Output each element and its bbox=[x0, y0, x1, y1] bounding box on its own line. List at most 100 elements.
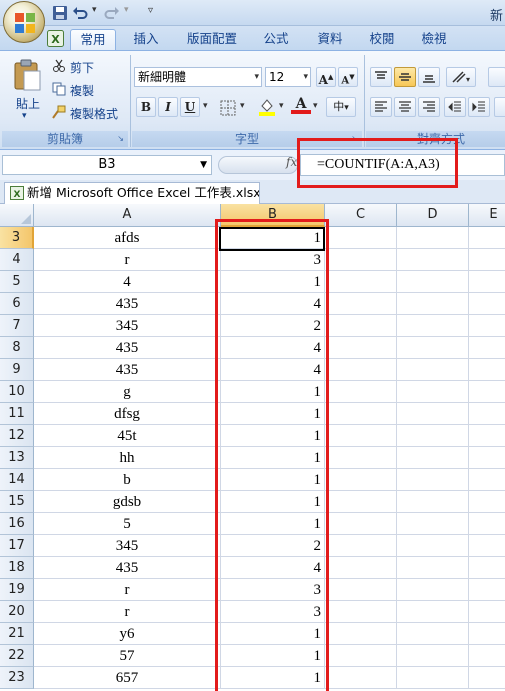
fill-color-dropdown-icon[interactable]: ▾ bbox=[279, 101, 284, 111]
bold-button[interactable]: B bbox=[136, 97, 156, 117]
row-header[interactable]: 13 bbox=[0, 447, 34, 469]
cell-c[interactable] bbox=[325, 359, 397, 381]
cell-b[interactable]: 1 bbox=[221, 271, 325, 293]
row-header[interactable]: 21 bbox=[0, 623, 34, 645]
cell-e[interactable] bbox=[469, 579, 505, 601]
cell-e[interactable] bbox=[469, 315, 505, 337]
cell-e[interactable] bbox=[469, 271, 505, 293]
cell-a[interactable]: 345 bbox=[34, 535, 221, 557]
format-painter-button[interactable]: 複製格式 bbox=[70, 105, 118, 122]
cell-d[interactable] bbox=[397, 491, 469, 513]
borders-icon[interactable] bbox=[219, 99, 237, 117]
cell-c[interactable] bbox=[325, 601, 397, 623]
cell-d[interactable] bbox=[397, 667, 469, 689]
cell-d[interactable] bbox=[397, 337, 469, 359]
cell-a[interactable]: dfsg bbox=[34, 403, 221, 425]
redo-dropdown-icon[interactable]: ▾ bbox=[124, 5, 140, 21]
copy-icon[interactable] bbox=[52, 82, 66, 96]
column-header-b[interactable]: B bbox=[221, 204, 325, 227]
cell-a[interactable]: r bbox=[34, 601, 221, 623]
cell-c[interactable] bbox=[325, 513, 397, 535]
cell-a[interactable]: 57 bbox=[34, 645, 221, 667]
row-header[interactable]: 6 bbox=[0, 293, 34, 315]
cell-d[interactable] bbox=[397, 315, 469, 337]
cell-c[interactable] bbox=[325, 315, 397, 337]
align-top-icon[interactable] bbox=[370, 67, 392, 87]
office-button[interactable] bbox=[3, 1, 45, 43]
cell-e[interactable] bbox=[469, 513, 505, 535]
row-header[interactable]: 3 bbox=[0, 227, 34, 249]
cell-d[interactable] bbox=[397, 579, 469, 601]
column-header-d[interactable]: D bbox=[397, 204, 469, 227]
tab-insert[interactable]: 插入 bbox=[124, 29, 168, 50]
row-header[interactable]: 11 bbox=[0, 403, 34, 425]
phonetic-icon[interactable]: 中▾ bbox=[326, 97, 356, 117]
tab-view[interactable]: 檢視 bbox=[412, 29, 456, 50]
cell-e[interactable] bbox=[469, 557, 505, 579]
row-header[interactable]: 15 bbox=[0, 491, 34, 513]
row-header[interactable]: 20 bbox=[0, 601, 34, 623]
cell-d[interactable] bbox=[397, 469, 469, 491]
align-bottom-icon[interactable] bbox=[418, 67, 440, 87]
cell-b[interactable]: 1 bbox=[221, 623, 325, 645]
font-name-select[interactable]: 新細明體 ▾ bbox=[134, 67, 262, 87]
column-header-a[interactable]: A bbox=[34, 204, 221, 227]
copy-button[interactable]: 複製 bbox=[70, 82, 94, 99]
cell-a[interactable]: 435 bbox=[34, 293, 221, 315]
cell-b[interactable]: 1 bbox=[221, 227, 325, 249]
cell-b[interactable]: 1 bbox=[221, 403, 325, 425]
spreadsheet-grid[interactable]: A B C D E 3 afds 1 4 r 3 5 4 1 6 435 4 7 345 2 8 435 4 9 43… bbox=[0, 204, 505, 691]
cell-a[interactable]: y6 bbox=[34, 623, 221, 645]
paste-icon[interactable] bbox=[12, 59, 42, 91]
italic-button[interactable]: I bbox=[158, 97, 178, 117]
cell-b[interactable]: 2 bbox=[221, 315, 325, 337]
cell-e[interactable] bbox=[469, 359, 505, 381]
cell-a[interactable]: hh bbox=[34, 447, 221, 469]
cell-a[interactable]: r bbox=[34, 249, 221, 271]
name-box[interactable]: B3 ▼ bbox=[2, 155, 212, 175]
cell-d[interactable] bbox=[397, 623, 469, 645]
cell-c[interactable] bbox=[325, 667, 397, 689]
cell-a[interactable]: 657 bbox=[34, 667, 221, 689]
cell-d[interactable] bbox=[397, 227, 469, 249]
cell-c[interactable] bbox=[325, 469, 397, 491]
row-header[interactable]: 14 bbox=[0, 469, 34, 491]
cell-c[interactable] bbox=[325, 425, 397, 447]
cell-a[interactable]: r bbox=[34, 579, 221, 601]
cell-b[interactable]: 1 bbox=[221, 491, 325, 513]
cell-a[interactable]: g bbox=[34, 381, 221, 403]
cell-b[interactable]: 1 bbox=[221, 667, 325, 689]
cell-b[interactable]: 1 bbox=[221, 469, 325, 491]
cell-c[interactable] bbox=[325, 447, 397, 469]
cell-d[interactable] bbox=[397, 447, 469, 469]
cell-a[interactable]: 345 bbox=[34, 315, 221, 337]
paste-button[interactable]: 貼上 bbox=[16, 95, 40, 112]
redo-icon[interactable] bbox=[104, 5, 120, 21]
cell-e[interactable] bbox=[469, 447, 505, 469]
cell-b[interactable]: 1 bbox=[221, 447, 325, 469]
document-tab[interactable]: X 新增 Microsoft Office Excel 工作表.xlsx * bbox=[4, 182, 260, 204]
cell-e[interactable] bbox=[469, 645, 505, 667]
cell-d[interactable] bbox=[397, 557, 469, 579]
row-header[interactable]: 8 bbox=[0, 337, 34, 359]
cell-d[interactable] bbox=[397, 425, 469, 447]
row-header[interactable]: 9 bbox=[0, 359, 34, 381]
cell-e[interactable] bbox=[469, 623, 505, 645]
cell-a[interactable]: 435 bbox=[34, 337, 221, 359]
cell-a[interactable]: 435 bbox=[34, 359, 221, 381]
borders-dropdown-icon[interactable]: ▾ bbox=[240, 101, 245, 111]
cell-d[interactable] bbox=[397, 249, 469, 271]
cell-d[interactable] bbox=[397, 271, 469, 293]
shrink-font-icon[interactable]: A▼ bbox=[338, 67, 358, 87]
save-icon[interactable] bbox=[52, 5, 68, 21]
orientation-icon[interactable]: ▾ bbox=[446, 67, 476, 87]
cell-b[interactable]: 2 bbox=[221, 535, 325, 557]
row-header[interactable]: 17 bbox=[0, 535, 34, 557]
decrease-indent-icon[interactable] bbox=[444, 97, 466, 117]
wrap-text-icon[interactable] bbox=[488, 67, 505, 87]
cell-b[interactable]: 1 bbox=[221, 381, 325, 403]
cell-e[interactable] bbox=[469, 381, 505, 403]
cell-e[interactable] bbox=[469, 249, 505, 271]
cell-e[interactable] bbox=[469, 227, 505, 249]
cell-e[interactable] bbox=[469, 403, 505, 425]
